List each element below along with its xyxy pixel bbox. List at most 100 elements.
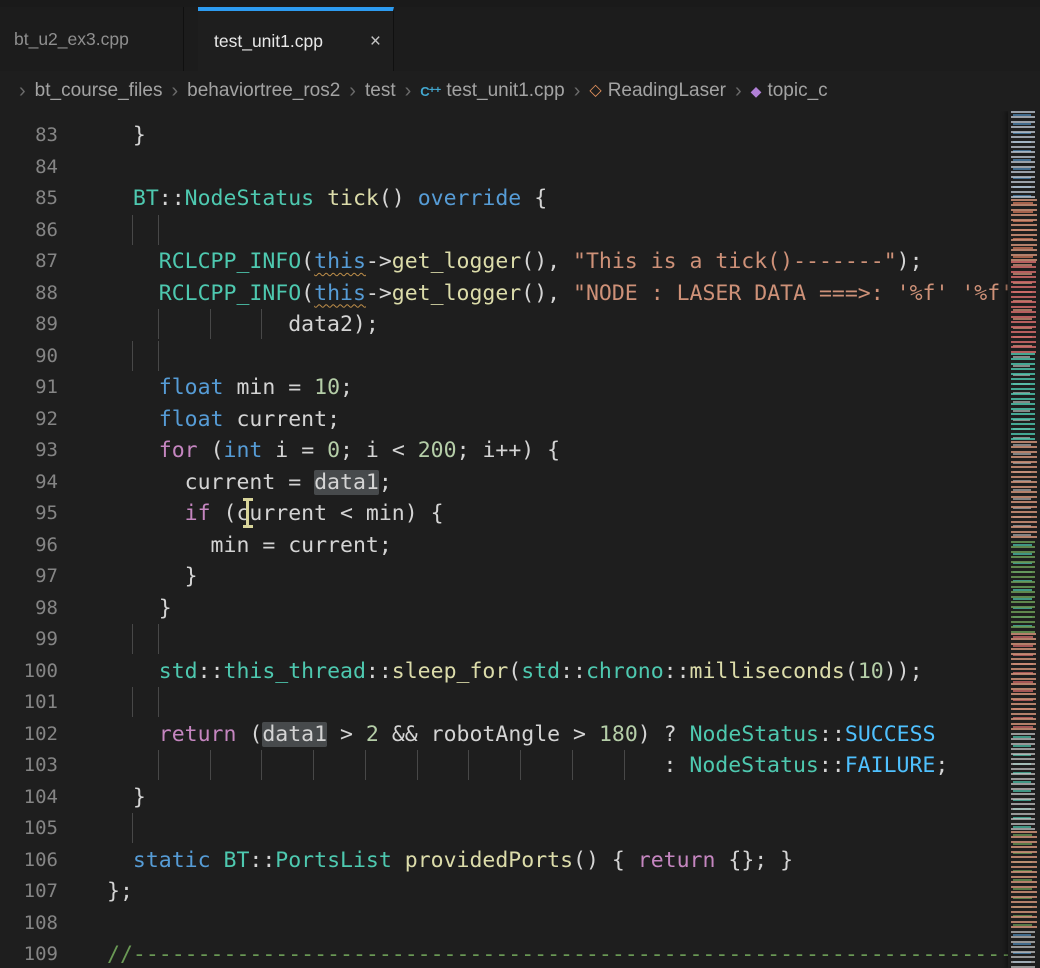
code-text	[58, 908, 1040, 940]
line-number: 104	[0, 782, 58, 814]
code-line-100[interactable]: 100 std::this_thread::sleep_for(std::chr…	[0, 656, 1040, 688]
code-text: }	[58, 782, 1040, 814]
close-icon[interactable]: ×	[368, 32, 383, 51]
breadcrumb-item-ReadingLaser[interactable]: ◇ ReadingLaser	[589, 80, 726, 102]
code-line-95[interactable]: 95 if (current < min) {	[0, 498, 1040, 530]
code-line-89[interactable]: 89 data2);	[0, 309, 1040, 341]
code-line-90[interactable]: 90	[0, 341, 1040, 373]
line-number: 89	[0, 309, 58, 341]
code-text: data2);	[58, 309, 1040, 341]
code-line-101[interactable]: 101	[0, 687, 1040, 719]
code-line-104[interactable]: 104 }	[0, 782, 1040, 814]
line-number: 86	[0, 215, 58, 247]
code-line-87[interactable]: 87 RCLCPP_INFO(this->get_logger(), "This…	[0, 246, 1040, 278]
tab-bar: bt_u2_ex3.cpp test_unit1.cpp ×	[0, 7, 1040, 71]
code-text: min = current;	[58, 530, 1040, 562]
code-text: float current;	[58, 404, 1040, 436]
indent-guide	[521, 750, 573, 780]
line-number: 102	[0, 719, 58, 751]
breadcrumb-item-bt_course_files[interactable]: bt_course_files	[35, 80, 163, 102]
indent-guide	[107, 341, 133, 371]
tab-label: test_unit1.cpp	[214, 31, 323, 52]
class-icon: ◇	[589, 83, 601, 99]
breadcrumb-item-behaviortree_ros2[interactable]: behaviortree_ros2	[187, 80, 340, 102]
code-line-91[interactable]: 91 float min = 10;	[0, 372, 1040, 404]
indent-guide	[314, 750, 366, 780]
code-line-96[interactable]: 96 min = current;	[0, 530, 1040, 562]
code-line-109[interactable]: 109//-----------------------------------…	[0, 939, 1040, 968]
breadcrumb-item-topic_c[interactable]: ◆ topic_c	[751, 80, 828, 102]
code-text	[58, 687, 1040, 719]
line-number: 105	[0, 813, 58, 845]
line-number: 93	[0, 435, 58, 467]
line-number: 99	[0, 624, 58, 656]
code-line-93[interactable]: 93 for (int i = 0; i < 200; i++) {	[0, 435, 1040, 467]
minimap-section	[1008, 199, 1040, 261]
code-line-97[interactable]: 97 }	[0, 561, 1040, 593]
line-number: 94	[0, 467, 58, 499]
code-line-88[interactable]: 88 RCLCPP_INFO(this->get_logger(), "NODE…	[0, 278, 1040, 310]
indent-guide	[133, 215, 159, 245]
code-line-92[interactable]: 92 float current;	[0, 404, 1040, 436]
code-text: }	[58, 593, 1040, 625]
code-line-107[interactable]: 107};	[0, 876, 1040, 908]
line-number: 88	[0, 278, 58, 310]
indent-guide	[418, 750, 470, 780]
code-line-86[interactable]: 86	[0, 215, 1040, 247]
indent-guide	[107, 687, 133, 717]
line-number: 91	[0, 372, 58, 404]
indent-guide	[107, 215, 133, 245]
code-line-106[interactable]: 106 static BT::PortsList providedPorts()…	[0, 845, 1040, 877]
chevron-right-icon: ›	[349, 81, 356, 101]
chevron-right-icon: ›	[735, 81, 742, 101]
indent-guide	[133, 687, 159, 717]
line-number: 107	[0, 876, 58, 908]
breadcrumb-item-test[interactable]: test	[365, 80, 396, 102]
editor-tab-test_unit1.cpp[interactable]: test_unit1.cpp ×	[198, 7, 394, 71]
chevron-right-icon: ›	[574, 81, 581, 101]
indent-guide	[159, 750, 211, 780]
code-text: std::this_thread::sleep_for(std::chrono:…	[58, 656, 1040, 688]
code-editor[interactable]: 83 }8485 BT::NodeStatus tick() override …	[0, 111, 1040, 968]
indent-guide	[211, 750, 263, 780]
line-number: 108	[0, 908, 58, 940]
code-line-83[interactable]: 83 }	[0, 120, 1040, 152]
line-number: 97	[0, 561, 58, 593]
minimap-section	[1008, 541, 1040, 633]
line-number: 83	[0, 120, 58, 152]
minimap-section	[1008, 353, 1040, 441]
code-line-108[interactable]: 108	[0, 908, 1040, 940]
chevron-right-icon: ›	[405, 81, 412, 101]
code-line-105[interactable]: 105	[0, 813, 1040, 845]
line-number: 95	[0, 498, 58, 530]
code-line-102[interactable]: 102 return (data1 > 2 && robotAngle > 18…	[0, 719, 1040, 751]
chevron-right-icon: ›	[171, 81, 178, 101]
code-text	[58, 813, 1040, 845]
code-text: RCLCPP_INFO(this->get_logger(), "This is…	[58, 246, 1040, 278]
code-line-98[interactable]: 98 }	[0, 593, 1040, 625]
line-number: 84	[0, 152, 58, 184]
indent-guide	[262, 750, 314, 780]
line-number: 106	[0, 845, 58, 877]
line-number: 87	[0, 246, 58, 278]
code-line-84[interactable]: 84	[0, 152, 1040, 184]
window-top-edge	[0, 0, 1040, 7]
indent-guide	[469, 750, 521, 780]
code-line-94[interactable]: 94 current = data1;	[0, 467, 1040, 499]
minimap-section	[1008, 261, 1040, 353]
indent-guide	[366, 750, 418, 780]
breadcrumb-label: ReadingLaser	[608, 80, 726, 102]
line-number: 85	[0, 183, 58, 215]
code-line-99[interactable]: 99	[0, 624, 1040, 656]
minimap[interactable]	[1008, 111, 1040, 968]
line-number: 90	[0, 341, 58, 373]
code-line-103[interactable]: 103 : NodeStatus::FAILURE;	[0, 750, 1040, 782]
code-text	[58, 341, 1040, 373]
code-line-85[interactable]: 85 BT::NodeStatus tick() override {	[0, 183, 1040, 215]
editor-tab-bt_u2_ex3.cpp[interactable]: bt_u2_ex3.cpp	[0, 7, 184, 71]
code-text: BT::NodeStatus tick() override {	[58, 183, 1040, 215]
breadcrumb-label: topic_c	[767, 80, 827, 102]
breadcrumb-item-test_unit1.cpp[interactable]: C⁺⁺test_unit1.cpp	[420, 80, 564, 102]
method-icon: ◆	[751, 84, 762, 98]
line-number: 100	[0, 656, 58, 688]
